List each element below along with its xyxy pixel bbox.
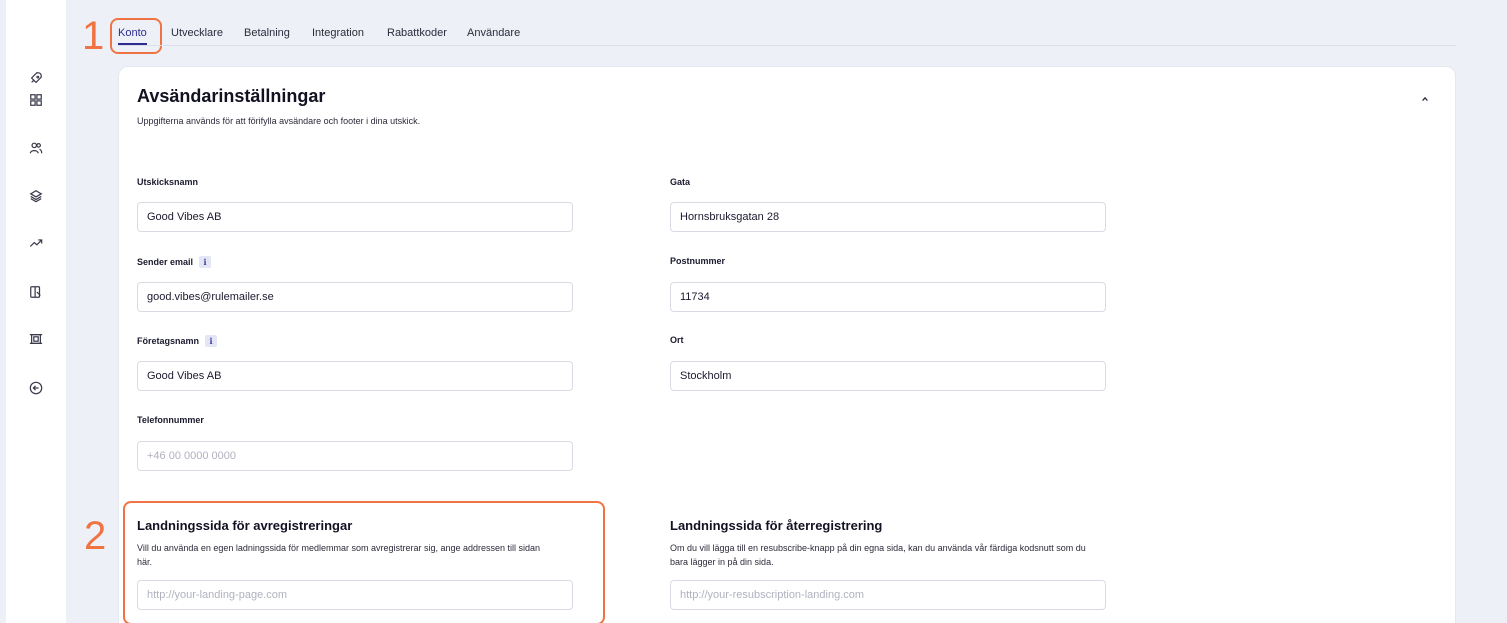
- frame-icon[interactable]: [26, 329, 46, 349]
- tab-konto[interactable]: Konto: [118, 27, 147, 45]
- annotation-number-1: 1: [82, 14, 105, 58]
- foretagsnamn-label: Företagsnamn i: [137, 335, 218, 347]
- card-title: Avsändarinställningar: [137, 86, 326, 106]
- gata-input[interactable]: [670, 202, 1106, 232]
- telefonnummer-label: Telefonnummer: [137, 415, 204, 425]
- sidebar: [6, 0, 66, 623]
- resubscribe-landing-input[interactable]: [670, 580, 1106, 610]
- card-subtitle: Uppgifterna används för att förifylla av…: [137, 116, 421, 126]
- chevron-up-icon[interactable]: [1417, 91, 1433, 107]
- gata-label: Gata: [670, 177, 691, 187]
- annotation-box-2: [123, 501, 605, 623]
- back-arrow-icon[interactable]: [26, 378, 46, 398]
- foretagsnamn-input[interactable]: [137, 361, 573, 391]
- ort-label: Ort: [670, 335, 684, 345]
- utskicksnamn-input[interactable]: [137, 202, 573, 232]
- tab-rabattkoder[interactable]: Rabattkoder: [387, 27, 447, 39]
- book-icon[interactable]: [26, 282, 46, 302]
- postnummer-input[interactable]: [670, 282, 1106, 312]
- tab-integration[interactable]: Integration: [312, 27, 364, 39]
- telefonnummer-input[interactable]: [137, 441, 573, 471]
- tab-anvandare[interactable]: Användare: [467, 27, 520, 39]
- tab-utvecklare[interactable]: Utvecklare: [171, 27, 223, 39]
- tab-bar: Konto Utvecklare Betalning Integration R…: [118, 0, 1456, 46]
- resubscribe-landing-description: Om du vill lägga till en resubscribe-kna…: [670, 543, 1086, 567]
- grid-icon[interactable]: [26, 90, 46, 110]
- utskicksnamn-label: Utskicksnamn: [137, 177, 199, 187]
- users-icon[interactable]: [26, 138, 46, 158]
- resubscribe-landing-title: Landningssida för återregistrering: [670, 518, 883, 533]
- annotation-number-2: 2: [84, 514, 107, 558]
- trend-icon[interactable]: [26, 233, 46, 253]
- tab-betalning[interactable]: Betalning: [244, 27, 290, 39]
- info-icon[interactable]: i: [199, 256, 212, 268]
- layers-icon[interactable]: [26, 186, 46, 206]
- tab-active-indicator: [118, 43, 147, 45]
- rocket-icon[interactable]: [26, 68, 46, 88]
- info-icon[interactable]: i: [205, 335, 218, 347]
- sender-email-input[interactable]: [137, 282, 573, 312]
- ort-input[interactable]: [670, 361, 1106, 391]
- sender-email-label: Sender email i: [137, 256, 212, 268]
- postnummer-label: Postnummer: [670, 256, 726, 266]
